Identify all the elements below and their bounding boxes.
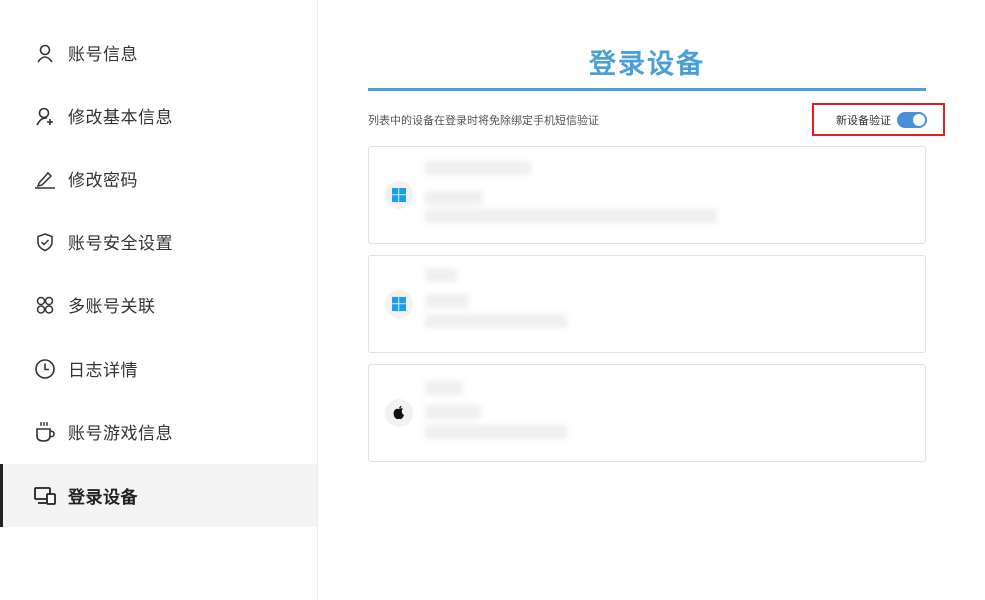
sidebar-item-edit-basic-info[interactable]: 修改基本信息 [0, 84, 317, 147]
redacted-device-detail [425, 191, 483, 205]
redacted-device-detail [425, 425, 567, 439]
clock-icon [34, 358, 56, 380]
pen-icon [34, 168, 56, 190]
redacted-device-name [425, 381, 463, 395]
windows-icon [385, 181, 413, 209]
sidebar-item-log-details[interactable]: 日志详情 [0, 337, 317, 400]
new-device-verify-label: 新设备验证 [836, 113, 891, 127]
sidebar-item-label: 多账号关联 [68, 297, 156, 317]
redacted-device-detail [425, 405, 481, 419]
device-card [368, 364, 926, 462]
page-title: 登录设备 [589, 49, 705, 80]
device-list-hint: 列表中的设备在登录时将免除绑定手机短信验证 [368, 114, 599, 127]
redacted-device-detail [425, 314, 567, 328]
redacted-device-name [425, 268, 457, 282]
link-accounts-icon [34, 294, 56, 316]
sidebar-item-label: 登录设备 [68, 488, 138, 508]
sidebar: 账号信息 修改基本信息 修改密码 账号安全设置 多账号关联 日志详情 账号游戏信… [0, 0, 318, 600]
sidebar-item-change-password[interactable]: 修改密码 [0, 147, 317, 210]
device-card [368, 255, 926, 353]
sidebar-item-label: 账号安全设置 [68, 234, 173, 254]
redacted-device-name [425, 161, 531, 175]
windows-icon [385, 290, 413, 318]
device-card [368, 146, 926, 244]
sidebar-item-label: 日志详情 [68, 361, 138, 381]
new-device-verify-setting: 新设备验证 [812, 103, 945, 136]
shield-check-icon [34, 231, 56, 253]
redacted-device-detail [425, 209, 717, 223]
cup-icon [34, 421, 56, 443]
apple-icon [385, 399, 413, 427]
sidebar-item-login-devices[interactable]: 登录设备 [0, 464, 317, 527]
main-content: 登录设备 列表中的设备在登录时将免除绑定手机短信验证 新设备验证 [368, 0, 945, 600]
toggle-knob [913, 113, 925, 126]
redacted-device-detail [425, 294, 469, 308]
user-icon [34, 42, 56, 64]
devices-icon [34, 485, 56, 507]
title-underline [368, 88, 926, 91]
sidebar-item-multi-account-link[interactable]: 多账号关联 [0, 273, 317, 336]
sidebar-item-label: 账号信息 [68, 45, 138, 65]
new-device-verify-toggle[interactable] [897, 111, 927, 128]
sidebar-item-account-info[interactable]: 账号信息 [0, 21, 317, 84]
sidebar-item-label: 账号游戏信息 [68, 424, 173, 444]
sidebar-item-security-settings[interactable]: 账号安全设置 [0, 210, 317, 273]
sidebar-item-game-info[interactable]: 账号游戏信息 [0, 400, 317, 463]
sidebar-item-label: 修改密码 [68, 171, 138, 191]
user-add-icon [34, 105, 56, 127]
sidebar-item-label: 修改基本信息 [68, 108, 173, 128]
